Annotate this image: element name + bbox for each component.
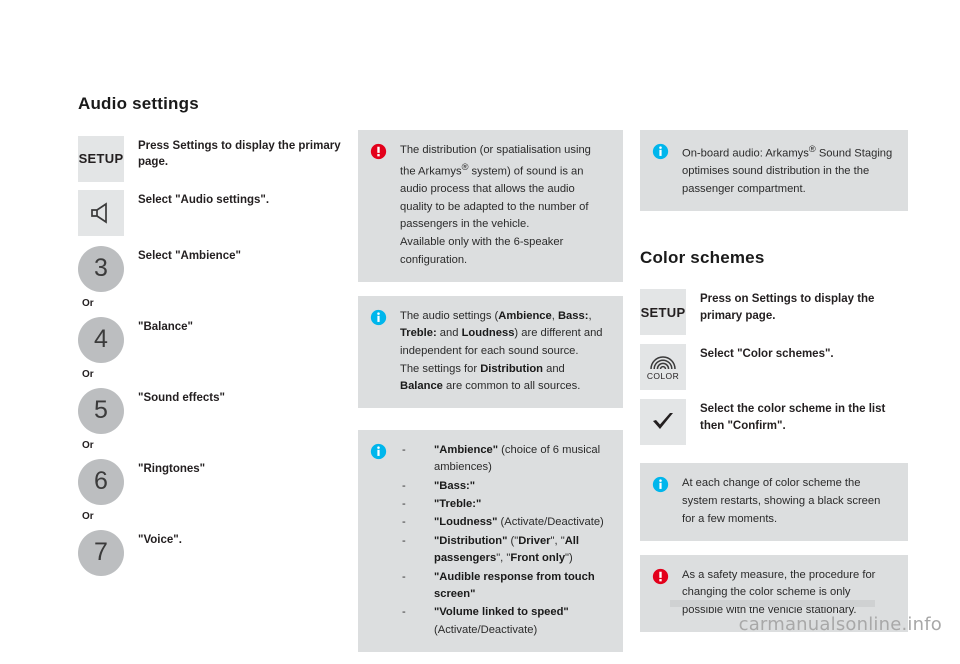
step-number-6: 6 [94, 467, 108, 496]
color-schemes-column: On-board audio: Arkamys® Sound Staging o… [640, 130, 908, 644]
list-dash: - [402, 516, 406, 529]
list-dash: - [402, 606, 406, 619]
setup-text-icon[interactable]: SETUP [640, 289, 686, 336]
middle-notes-column: The distribution (or spatialisation usin… [358, 130, 623, 664]
setup-text-icon[interactable]: SETUP [78, 135, 124, 182]
info-box-settings-list: - "Ambience" (choice of 6 musical ambienc… [358, 429, 623, 652]
settings-list-item: - "Volume linked to speed" (Activate/Deac… [402, 606, 569, 636]
step-number-3: 3 [94, 254, 108, 283]
step-label-7: "Voice". [138, 533, 182, 546]
info-box-audio-settings: The audio settings (Ambience, Bass:, Tre… [358, 295, 623, 408]
or-separator-2: Or [82, 368, 94, 380]
or-separator-1: Or [82, 297, 94, 309]
warning-text-safety: As a safety measure, the procedure for c… [682, 568, 876, 616]
audio-settings-column: Audio settings SETUP Press Settings to d… [78, 94, 346, 580]
manual-page: Audio settings SETUP Press Settings to d… [0, 0, 960, 652]
info-box-onboard-audio: On-board audio: Arkamys® Sound Staging o… [640, 130, 908, 211]
step-label-color-setup: Press on Settings to display the primary… [700, 293, 875, 323]
watermark-label: carmanualsonline.info [738, 614, 942, 635]
step-row-4: 4 "Balance" [78, 316, 346, 363]
step-row-color-select: COLOR Select "Color schemes". [640, 344, 908, 391]
settings-list-item: - "Distribution" ("Driver", "All passenge… [402, 534, 579, 565]
settings-list-item: - "Loudness" (Activate/Deactivate) [400, 514, 609, 531]
settings-list-item: - "Ambience" (choice of 6 musical ambienc… [402, 443, 601, 474]
warning-box-distribution: The distribution (or spatialisation usin… [358, 130, 623, 282]
step-row-5: 5 "Sound effects" [78, 387, 346, 434]
step-row-color-setup: SETUP Press on Settings to display the p… [640, 289, 908, 336]
list-dash: - [402, 498, 406, 511]
step-badge-3[interactable]: 3 [78, 245, 124, 292]
settings-list-item: - "Treble:" [400, 496, 609, 513]
step-row-3: 3 Select "Ambience" [78, 245, 346, 292]
settings-list: - "Ambience" (choice of 6 musical ambienc… [400, 442, 609, 639]
step-row-setup: SETUP Press Settings to display the prim… [78, 135, 346, 182]
list-dash: - [402, 443, 406, 456]
step-label-setup: Press Settings to display the primary pa… [138, 139, 341, 169]
settings-list-item: - "Audible response from touch screen" [402, 570, 595, 600]
setup-tile-label: SETUP [78, 151, 124, 167]
or-separator-4: Or [82, 510, 94, 522]
step-label-color-select: Select "Color schemes". [700, 348, 834, 361]
step-label-3: Select "Ambience" [138, 249, 241, 262]
step-badge-6[interactable]: 6 [78, 458, 124, 505]
info-text-restart: At each change of color scheme the syste… [682, 477, 881, 525]
speaker-icon[interactable] [78, 189, 124, 236]
setup-tile-label: SETUP [640, 304, 686, 320]
step-number-7: 7 [94, 538, 108, 567]
step-row-confirm: Select the color scheme in the list then… [640, 399, 908, 446]
watermark-bar [670, 600, 875, 607]
page-title-color-schemes: Color schemes [640, 247, 765, 267]
color-rainbow-icon[interactable]: COLOR [640, 344, 686, 391]
step-label-6: "Ringtones" [138, 462, 206, 475]
list-dash: - [402, 534, 406, 547]
step-row-6: 6 "Ringtones" [78, 458, 346, 505]
check-icon[interactable] [640, 399, 686, 446]
list-dash: - [402, 479, 406, 492]
step-label-4: "Balance" [138, 320, 194, 333]
step-badge-7[interactable]: 7 [78, 529, 124, 576]
step-row-7: 7 "Voice". [78, 529, 346, 576]
settings-list-body: - "Ambience" (choice of 6 musical ambienc… [400, 442, 609, 640]
warning-icon [370, 142, 390, 165]
info-icon [370, 308, 390, 331]
or-separator-3: Or [82, 439, 94, 451]
color-tile-label: COLOR [646, 370, 680, 381]
warning-text-distribution: The distribution (or spatialisation usin… [400, 144, 591, 266]
step-label-audio-settings: Select "Audio settings". [138, 193, 270, 206]
warning-icon [652, 567, 672, 590]
info-text-onboard-audio: On-board audio: Arkamys® Sound Staging o… [682, 144, 893, 196]
step-number-5: 5 [94, 396, 108, 425]
step-row-audio-settings: Select "Audio settings". [78, 189, 346, 236]
settings-list-item: - "Bass:" [400, 478, 609, 495]
step-label-5: "Sound effects" [138, 391, 225, 404]
step-label-confirm: Select the color scheme in the list then… [700, 403, 886, 433]
page-title-audio-settings: Audio settings [78, 94, 199, 113]
info-box-restart: At each change of color scheme the syste… [640, 463, 908, 541]
step-badge-4[interactable]: 4 [78, 316, 124, 363]
info-text-audio-settings: The audio settings (Ambience, Bass:, Tre… [400, 309, 603, 393]
info-icon [370, 442, 390, 465]
info-icon [652, 142, 672, 165]
list-dash: - [402, 570, 406, 583]
step-number-4: 4 [94, 325, 108, 354]
info-icon [652, 475, 672, 498]
step-badge-5[interactable]: 5 [78, 387, 124, 434]
